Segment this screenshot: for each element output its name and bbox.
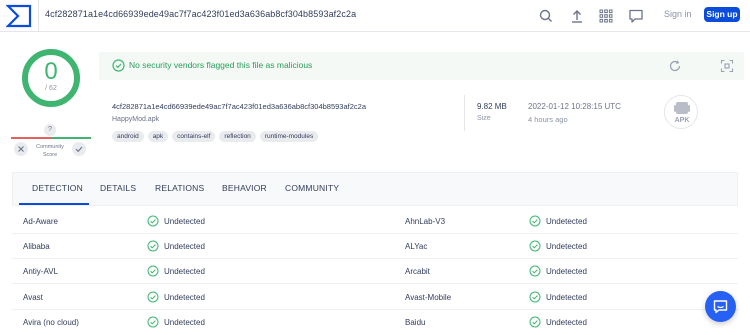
check-circle-icon	[529, 291, 541, 303]
vendor-name: Ad-Aware	[23, 217, 58, 226]
search-icon[interactable]	[538, 8, 554, 24]
vote-harmless-button[interactable]	[72, 142, 86, 156]
tab-details[interactable]: DETAILS	[100, 183, 136, 193]
community-score-bar-positive	[51, 137, 91, 139]
table-row: Avast Undetected Avast-Mobile Undetected	[12, 285, 738, 310]
table-row: Avira (no cloud) Undetected Baidu Undete…	[12, 310, 738, 335]
vendor-result: Undetected	[546, 242, 587, 251]
chat-bubble-icon[interactable]	[628, 8, 644, 24]
tab-detection[interactable]: DETECTION	[32, 183, 83, 193]
vendor-name: Arcabit	[405, 267, 430, 276]
similar-icon[interactable]	[720, 59, 734, 73]
active-tab-indicator	[19, 203, 89, 205]
vendor-result: Undetected	[164, 318, 205, 327]
community-score-value: ?	[44, 124, 56, 136]
divider	[464, 95, 465, 131]
tab-relations[interactable]: RELATIONS	[155, 183, 204, 193]
check-circle-icon	[529, 215, 541, 227]
check-circle-icon	[112, 59, 125, 72]
vendor-name: Baidu	[405, 318, 426, 327]
vendor-result: Undetected	[164, 267, 205, 276]
tag[interactable]: apk	[147, 131, 169, 142]
community-score-label: Community Score	[36, 144, 64, 158]
search-input[interactable]: 4cf282871a1e4cd66939ede49ac7f7ac423f01ed…	[45, 9, 356, 19]
virustotal-file-report: 4cf282871a1e4cd66939ede49ac7f7ac423f01ed…	[0, 0, 750, 335]
upload-icon[interactable]	[569, 8, 585, 24]
analysis-relative-time: 4 hours ago	[528, 115, 568, 124]
vendor-name: AhnLab-V3	[405, 217, 446, 226]
file-size-label: Size	[477, 115, 491, 122]
vendor-name: Avast-Mobile	[405, 293, 452, 302]
file-tags: android apk contains-elf reflection runt…	[112, 131, 319, 142]
community-score-bar-negative	[11, 137, 51, 139]
vendor-result: Undetected	[164, 242, 205, 251]
tag[interactable]: contains-elf	[172, 131, 216, 142]
analysis-date: 2022-01-12 10:28:15 UTC	[528, 102, 621, 111]
vendor-result: Undetected	[546, 217, 587, 226]
file-hash[interactable]: 4cf282871a1e4cd66939ede49ac7f7ac423f01ed…	[112, 102, 366, 111]
tag[interactable]: runtime-modules	[259, 131, 319, 142]
verdict-message: No security vendors flagged this file as…	[129, 60, 313, 70]
table-row: Antiy-AVL Undetected Arcabit Undetected	[12, 259, 738, 284]
vendor-name: Avira (no cloud)	[23, 318, 79, 327]
file-type-badge: APK	[664, 95, 698, 129]
chat-launcher-button[interactable]	[705, 291, 736, 322]
tab-behavior[interactable]: BEHAVIOR	[222, 183, 267, 193]
check-circle-icon	[529, 265, 541, 277]
report-tabs: DETECTION DETAILS RELATIONS BEHAVIOR COM…	[12, 172, 738, 206]
check-circle-icon	[147, 316, 159, 328]
check-circle-icon	[147, 215, 159, 227]
chat-icon	[713, 300, 728, 314]
file-size-value: 9.82 MB	[477, 102, 507, 111]
close-icon	[18, 146, 24, 152]
check-icon	[75, 146, 83, 153]
file-name: HappyMod.apk	[112, 116, 160, 123]
check-circle-icon	[529, 240, 541, 252]
sign-up-button[interactable]: Sign up	[704, 7, 740, 22]
apk-file-icon: APK	[674, 102, 690, 124]
vendor-name: ALYac	[405, 242, 428, 251]
check-circle-icon	[147, 240, 159, 252]
vendor-name: Antiy-AVL	[23, 267, 58, 276]
apk-label: APK	[675, 117, 690, 124]
vendor-result: Undetected	[546, 293, 587, 302]
check-circle-icon	[147, 291, 159, 303]
check-circle-icon	[529, 316, 541, 328]
vendor-result: Undetected	[164, 217, 205, 226]
table-row: Alibaba Undetected ALYac Undetected	[12, 234, 738, 259]
table-row: Ad-Aware Undetected AhnLab-V3 Undetected	[12, 209, 738, 234]
search-field[interactable]: 4cf282871a1e4cd66939ede49ac7f7ac423f01ed…	[38, 0, 531, 32]
vendor-result: Undetected	[164, 293, 205, 302]
vendor-name: Avast	[23, 293, 43, 302]
vendor-name: Alibaba	[23, 242, 50, 251]
reanalyze-icon[interactable]	[668, 59, 682, 73]
check-circle-icon	[147, 265, 159, 277]
tab-community[interactable]: COMMUNITY	[285, 183, 339, 193]
top-bar: 4cf282871a1e4cd66939ede49ac7f7ac423f01ed…	[0, 0, 750, 32]
vendor-result: Undetected	[546, 318, 587, 327]
detection-count: 0	[44, 58, 58, 85]
verdict-banner: No security vendors flagged this file as…	[99, 52, 744, 80]
virustotal-logo-icon[interactable]	[6, 4, 32, 28]
sign-in-link[interactable]: Sign in	[664, 9, 692, 19]
vote-malicious-button[interactable]	[14, 142, 28, 156]
vendor-result: Undetected	[546, 267, 587, 276]
engine-total: / 62	[45, 85, 57, 92]
apps-grid-icon[interactable]	[598, 8, 614, 24]
tag[interactable]: android	[112, 131, 144, 142]
tag[interactable]: reflection	[219, 131, 256, 142]
